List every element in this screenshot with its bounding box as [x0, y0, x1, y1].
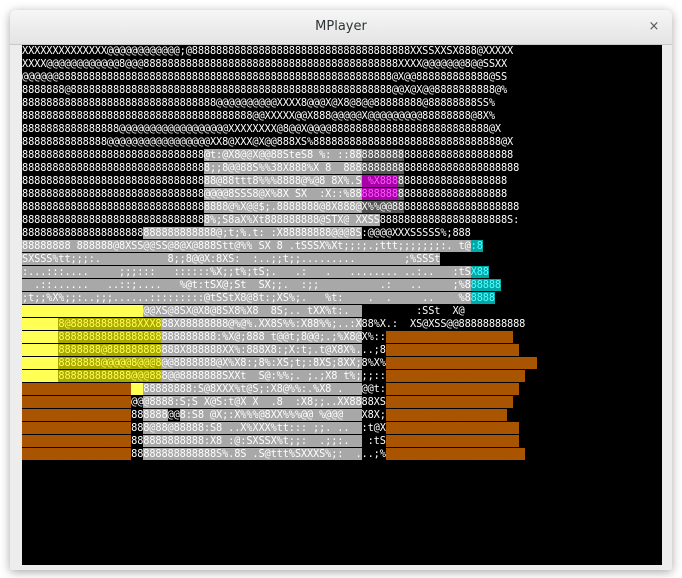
- ascii-row: ;t;;%X%;;:..;;;......:::::::::@tSStX8@8t…: [22, 292, 495, 304]
- ascii-row: 88888888888888888888888888888888@;t;%.t:…: [22, 227, 471, 239]
- ascii-row: 88@8888888888888@@@@@@XS@8SX@X8@8SX8%X8 …: [22, 305, 465, 317]
- ascii-row: 8888888888888888888888888888888888@%X@@$…: [22, 201, 520, 213]
- ascii-row: 88X@8888888888888888888888888888:%X@;888…: [22, 331, 514, 343]
- ascii-row: 88@8888888888@888888888888X888888XX%:888…: [22, 344, 520, 356]
- video-area[interactable]: XXXXXXXXXXXXXX@@@@@@@@@@@@;@888888888888…: [22, 45, 662, 565]
- ascii-row: @@@@@8888888888888@@@888@@8888888SXXt S@…: [22, 370, 526, 382]
- ascii-row: 8888888@88888888888888888888888888888888…: [22, 84, 507, 96]
- ascii-row: :...:::.... ;;;::: ::::::%X;;t%;tS;. .: …: [22, 266, 489, 278]
- title-bar[interactable]: MPlayer ×: [10, 10, 672, 45]
- ascii-row: @@@@@@8888888888888888888888888888888888…: [22, 71, 507, 83]
- ascii-row: 8888888888888888@@@@@@@@@@@@@@@@@@XXXXXX…: [22, 123, 501, 135]
- ascii-row: @@@@8@@@@@8@@@8888888888@@8:S8 @X;:X%%%@…: [22, 409, 507, 421]
- ascii-row: 88888888 888888@8XSS@@SS@8@X@888Stt@%% S…: [22, 240, 483, 252]
- ascii-row: 88888888888888888888888888888888@88ttt8%…: [22, 175, 507, 187]
- close-icon[interactable]: ×: [646, 19, 662, 35]
- ascii-row: 88888888888888888888888888888888888888@@…: [22, 110, 495, 122]
- ascii-row: 888888888888888888888888888888@t:@X8@@X@…: [22, 149, 514, 161]
- ascii-row: 888@8@@8@@8@88888@@@@8888:S;S X@S:t@X X …: [22, 396, 514, 408]
- ascii-row: XXXX@@@@@@@@@@@@8@@@88888888888888888888…: [22, 58, 507, 70]
- ascii-row: 8888888888888888888888888888888;;8@@88S%…: [22, 162, 520, 174]
- ascii-art-frame: XXXXXXXXXXXXXX@@@@@@@@@@@@;@888888888888…: [22, 45, 662, 461]
- ascii-row: 88@8888@88888888888XXX888X88888888@%@%.X…: [22, 318, 526, 330]
- ascii-row: 88888888@888888888888@88@88888:S8 ..X%XX…: [22, 422, 520, 434]
- ascii-row: SXSSS%tt;;;:. 8;;8@@X:8XS: :..;;t;;.....…: [22, 253, 441, 265]
- ascii-row: X888888888888@@@@@8@@@8@@8888888@X%X8:;8…: [22, 357, 538, 369]
- ascii-row: X8X@@@8@@@8888XXX@@888888888:S@8XXX%t@S;…: [22, 383, 520, 395]
- mplayer-window: MPlayer × XXXXXXXXXXXXXX@@@@@@@@@@@@;@88…: [10, 10, 672, 570]
- ascii-row: 88888888888888888888888888888888@@@@@@@@…: [22, 97, 495, 109]
- ascii-row: .::...... ..::;.... %@t:tSX@;St SX;;. :;…: [22, 279, 501, 291]
- window-title: MPlayer: [315, 19, 367, 34]
- ascii-row: XXXXXXXXXXXXXX@@@@@@@@@@@@;@888888888888…: [22, 45, 514, 57]
- ascii-row: 888888888888888888888888888888@@@@8SSS8@…: [22, 188, 507, 200]
- ascii-row: 8888888888888888888888888888888%;S8aX%Xt…: [22, 214, 520, 226]
- ascii-row: 888888888888888888888888888888:X8 :@:SXS…: [22, 435, 520, 447]
- ascii-row: 88888888888888@@@@@@@@@@@@@@@@@XX8@XXX@X…: [22, 136, 514, 148]
- ascii-row: 88888888888888888888888888888888S%.8S .S…: [22, 448, 526, 460]
